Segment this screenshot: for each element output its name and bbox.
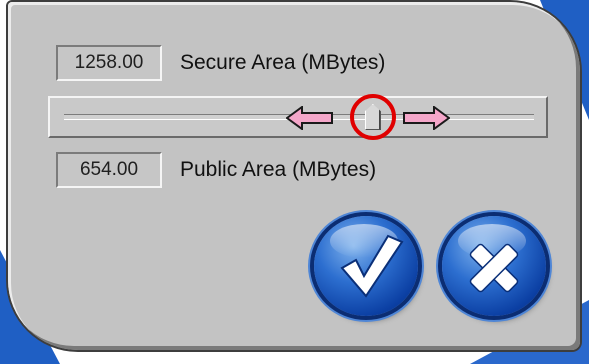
- cancel-button[interactable]: [442, 216, 546, 316]
- confirm-button[interactable]: [314, 216, 418, 316]
- secure-area-label: Secure Area (MBytes): [180, 51, 386, 74]
- public-area-value-field: 654.00: [56, 152, 162, 188]
- public-area-label: Public Area (MBytes): [180, 158, 377, 181]
- public-area-value: 654.00: [79, 159, 139, 180]
- secure-area-value-field: 1258.00: [56, 45, 162, 81]
- secure-area-value: 1258.00: [74, 52, 144, 73]
- checkmark-icon: [340, 234, 404, 298]
- close-icon: [469, 243, 519, 293]
- arrow-left-icon: [286, 106, 333, 130]
- arrow-right-icon: [403, 106, 450, 130]
- slider-thumb-highlight: [349, 94, 396, 140]
